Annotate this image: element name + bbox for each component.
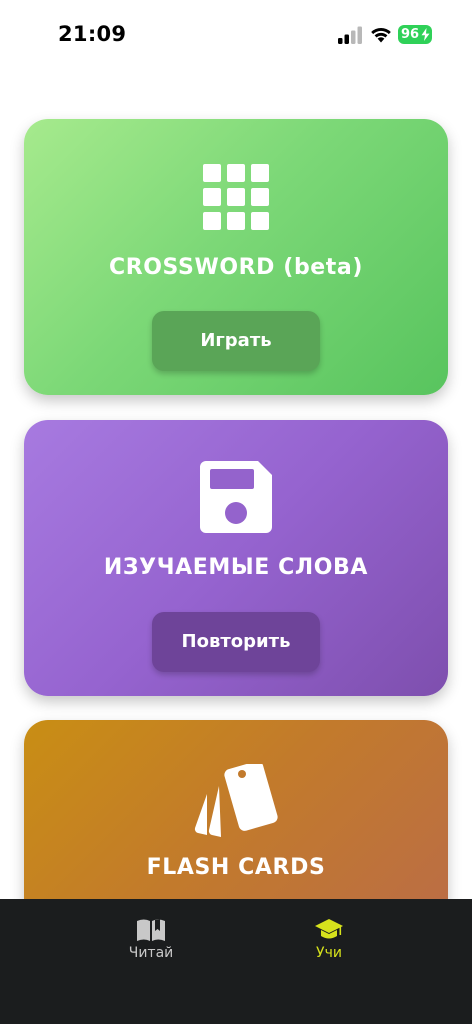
battery-indicator: 96 (398, 25, 432, 44)
cards-icon (194, 764, 278, 837)
cellular-signal-icon (338, 26, 362, 44)
grid-icon (203, 164, 269, 230)
crossword-title: CROSSWORD (beta) (108, 255, 364, 280)
wifi-icon (371, 27, 391, 43)
tab-read-label: Читай (128, 945, 174, 961)
crossword-card[interactable]: CROSSWORD (beta) Играть (24, 119, 448, 395)
tab-learn-label: Учи (316, 945, 342, 961)
battery-level: 96 (401, 27, 420, 42)
flash-cards-title: FLASH CARDS (146, 855, 326, 880)
status-time: 21:09 (58, 22, 127, 46)
learning-words-card[interactable]: ИЗУЧАЕМЫЕ СЛОВА Повторить (24, 420, 448, 696)
tab-learn[interactable]: Учи (289, 917, 369, 961)
play-button[interactable]: Играть (152, 311, 320, 371)
open-book-icon (137, 919, 165, 941)
charging-bolt-icon (421, 28, 430, 41)
graduation-cap-icon (315, 919, 343, 939)
status-bar: 21:09 96 (0, 0, 472, 72)
tab-read[interactable]: Читай (111, 917, 191, 961)
floppy-disk-icon (200, 461, 272, 533)
tab-bar: Читай Учи (0, 899, 472, 1024)
review-button[interactable]: Повторить (152, 612, 320, 672)
learning-words-title: ИЗУЧАЕМЫЕ СЛОВА (103, 555, 369, 580)
